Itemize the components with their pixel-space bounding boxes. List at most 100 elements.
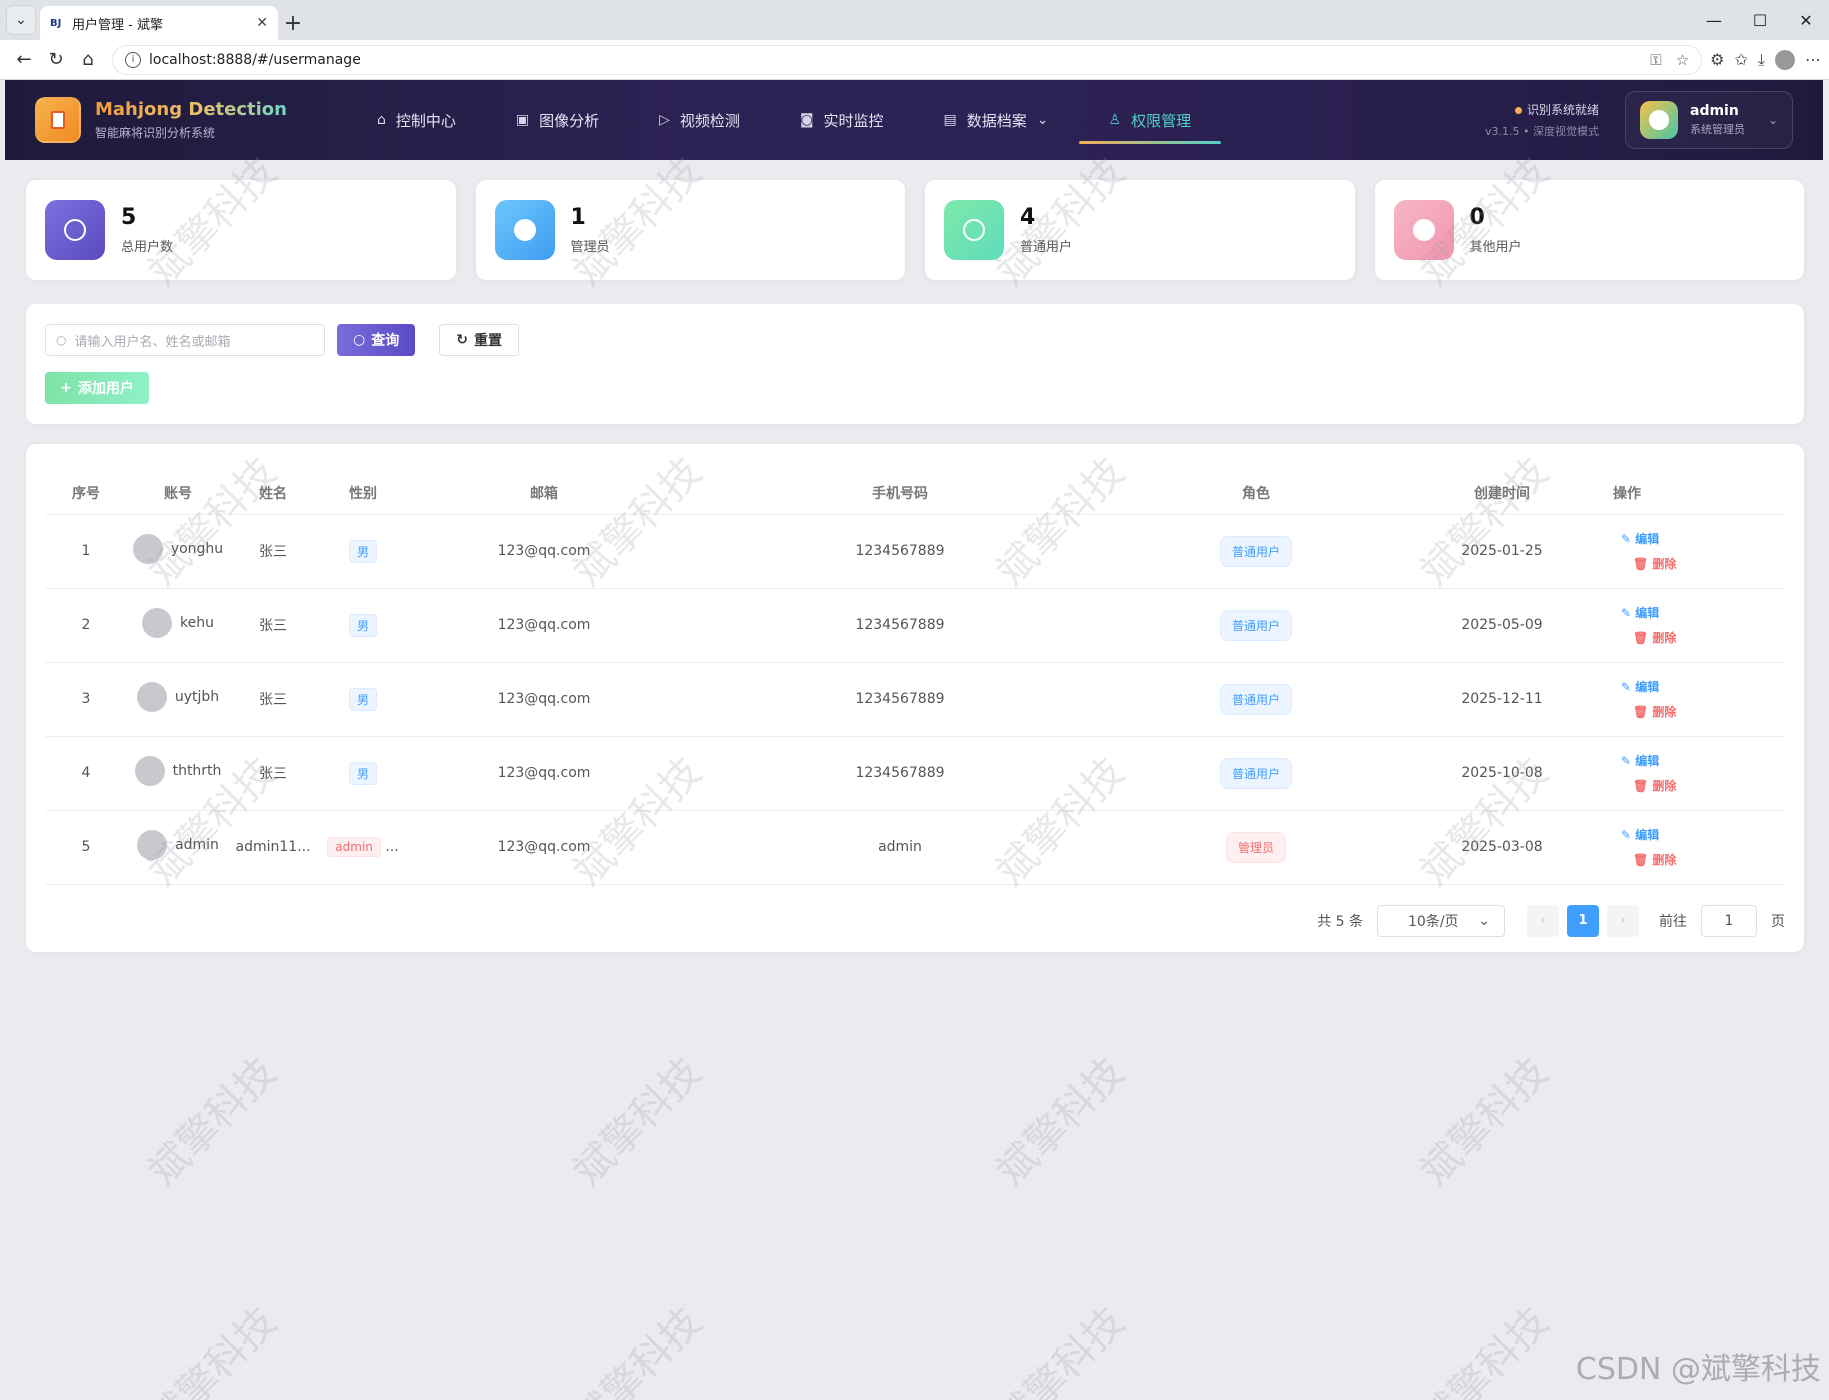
- stat-card-other: 0 其他用户: [1374, 180, 1804, 280]
- stat-value: 5: [121, 205, 137, 230]
- watermark-text: 斌擎科技: [1411, 1298, 1558, 1400]
- col-header-phone: 手机号码: [679, 472, 1121, 515]
- search-input[interactable]: ○ 请输入用户名、姓名或邮箱: [45, 324, 325, 356]
- gender-tag: 男: [348, 761, 377, 785]
- key-icon[interactable]: ⚿: [1650, 51, 1661, 69]
- chevron-down-icon: ⌄: [1036, 112, 1049, 128]
- user-menu[interactable]: admin 系统管理员 ⌄: [1625, 91, 1793, 149]
- goto-label: 前往: [1659, 913, 1687, 930]
- stats-row: 5 总用户数 1 管理员 4 普通用户 0 其他用户: [26, 180, 1804, 280]
- nav-item-data-archive[interactable]: ▤ 数据档案 ⌄: [914, 80, 1079, 160]
- watermark-text: 斌擎科技: [139, 1048, 286, 1195]
- edit-button[interactable]: ✎ 编辑: [1621, 826, 1676, 843]
- stat-value: 1: [570, 205, 586, 230]
- nav-item-permission[interactable]: ♙ 权限管理: [1078, 80, 1222, 160]
- favorite-star-icon[interactable]: ☆: [1676, 51, 1689, 69]
- stat-label: 管理员: [570, 240, 610, 255]
- col-header-name: 姓名: [229, 472, 317, 515]
- user-table-panel: 序号 账号 姓名 性别 邮箱 手机号码 角色 创建时间 操作 1 yonghu …: [26, 444, 1804, 952]
- col-header-created: 创建时间: [1391, 472, 1613, 515]
- home-browser-icon[interactable]: ⌂: [72, 44, 104, 76]
- logo-icon: [35, 97, 81, 143]
- edit-button[interactable]: ✎ 编辑: [1621, 752, 1676, 769]
- role-tag: 普通用户: [1219, 535, 1292, 567]
- cell-account: admin: [175, 837, 219, 853]
- cell-created: 2025-01-25: [1391, 514, 1613, 589]
- stat-card-total: 5 总用户数: [26, 180, 456, 280]
- maximize-icon[interactable]: ☐: [1737, 0, 1783, 40]
- gender-tag: admin: [327, 837, 381, 857]
- add-user-button[interactable]: + 添加用户: [45, 372, 149, 404]
- edit-button[interactable]: ✎ 编辑: [1621, 604, 1676, 621]
- cell-created: 2025-12-11: [1391, 662, 1613, 737]
- more-menu-icon[interactable]: ⋯: [1805, 50, 1821, 69]
- home-icon: ⌂: [376, 112, 386, 128]
- close-tab-icon[interactable]: ✕: [256, 15, 268, 31]
- cell-created: 2025-05-09: [1391, 588, 1613, 663]
- edit-button[interactable]: ✎ 编辑: [1621, 678, 1676, 695]
- query-button[interactable]: ○ 查询: [337, 324, 416, 356]
- role-tag: 管理员: [1225, 831, 1286, 863]
- prev-page-button[interactable]: ‹: [1527, 904, 1559, 937]
- minimize-icon[interactable]: —: [1691, 0, 1737, 40]
- cell-account: kehu: [180, 615, 214, 631]
- delete-button[interactable]: 🗑 删除: [1621, 777, 1676, 794]
- browser-tab[interactable]: BJ 用户管理 - 斌擎 ✕: [40, 6, 278, 40]
- user-filled-icon: [1393, 200, 1454, 260]
- role-tag: 普通用户: [1219, 683, 1292, 715]
- col-header-index: 序号: [45, 472, 127, 515]
- delete-button[interactable]: 🗑 删除: [1621, 703, 1676, 720]
- stat-card-admin: 1 管理员: [475, 180, 905, 280]
- nav-item-image-analysis[interactable]: ▣ 图像分析: [486, 80, 629, 160]
- delete-button[interactable]: 🗑 删除: [1621, 851, 1676, 868]
- stat-label: 普通用户: [1020, 240, 1073, 255]
- delete-button[interactable]: 🗑 删除: [1621, 555, 1676, 572]
- col-header-account: 账号: [127, 472, 229, 515]
- nav-item-live-monitor[interactable]: ◙ 实时监控: [770, 80, 914, 160]
- profile-avatar[interactable]: [1775, 49, 1795, 70]
- page-number-button[interactable]: 1: [1567, 904, 1599, 937]
- stat-label: 总用户数: [121, 240, 174, 255]
- nav-item-video-detection[interactable]: ▷ 视频检测: [629, 80, 770, 160]
- user-name: admin: [1690, 103, 1739, 119]
- search-icon: ○: [353, 332, 366, 348]
- refresh-icon: ↻: [456, 332, 468, 348]
- site-info-icon[interactable]: i: [125, 51, 141, 68]
- next-page-button[interactable]: ›: [1607, 904, 1639, 937]
- image-icon: ▣: [515, 112, 530, 128]
- table-row: 2 kehu 张三 男 123@qq.com 1234567889 普通用户 2…: [45, 588, 1785, 663]
- edit-button[interactable]: ✎ 编辑: [1621, 530, 1676, 547]
- watermark-text: 斌擎科技: [987, 1298, 1134, 1400]
- user-filled-icon: [494, 200, 555, 260]
- col-header-role: 角色: [1121, 472, 1391, 515]
- extensions-icon[interactable]: ⚙: [1710, 50, 1724, 69]
- delete-button[interactable]: 🗑 删除: [1621, 629, 1676, 646]
- close-window-icon[interactable]: ✕: [1783, 0, 1829, 40]
- table-row: 5 admin admin11... admin ... 123@qq.com …: [45, 810, 1785, 885]
- brand-name-suffix: Detection: [188, 99, 287, 120]
- reset-button[interactable]: ↻ 重置: [439, 324, 519, 356]
- page-suffix: 页: [1771, 913, 1785, 930]
- reload-icon[interactable]: ↻: [40, 44, 72, 76]
- favorites-icon[interactable]: ✩: [1735, 50, 1748, 69]
- address-bar[interactable]: i localhost:8888/#/usermanage ⚿ ☆: [112, 44, 1703, 75]
- camera-icon: ◙: [799, 112, 814, 128]
- cell-account: uytjbh: [174, 689, 220, 705]
- play-icon: ▷: [659, 112, 670, 128]
- cell-account: yonghu: [170, 541, 224, 557]
- cell-index: 2: [45, 588, 127, 663]
- back-icon[interactable]: ←: [8, 44, 40, 76]
- col-header-email: 邮箱: [409, 472, 679, 515]
- pagination: 共 5 条 10条/页 ⌄ ‹ 1 › 前往 1 页: [45, 904, 1785, 937]
- watermark-text: 斌擎科技: [564, 1298, 711, 1400]
- role-tag: 普通用户: [1219, 757, 1292, 789]
- page-size-select[interactable]: 10条/页 ⌄: [1377, 904, 1505, 937]
- new-tab-button[interactable]: +: [278, 6, 308, 40]
- goto-page-input[interactable]: 1: [1701, 904, 1757, 937]
- brand-name-prefix: Mahjong: [95, 99, 183, 120]
- download-icon[interactable]: ⤓: [1758, 50, 1765, 70]
- nav-item-control-center[interactable]: ⌂ 控制中心: [347, 80, 486, 160]
- gender-tag: 男: [348, 687, 377, 711]
- tab-list-button[interactable]: ⌄: [6, 5, 36, 35]
- status-dot-icon: [1514, 107, 1522, 114]
